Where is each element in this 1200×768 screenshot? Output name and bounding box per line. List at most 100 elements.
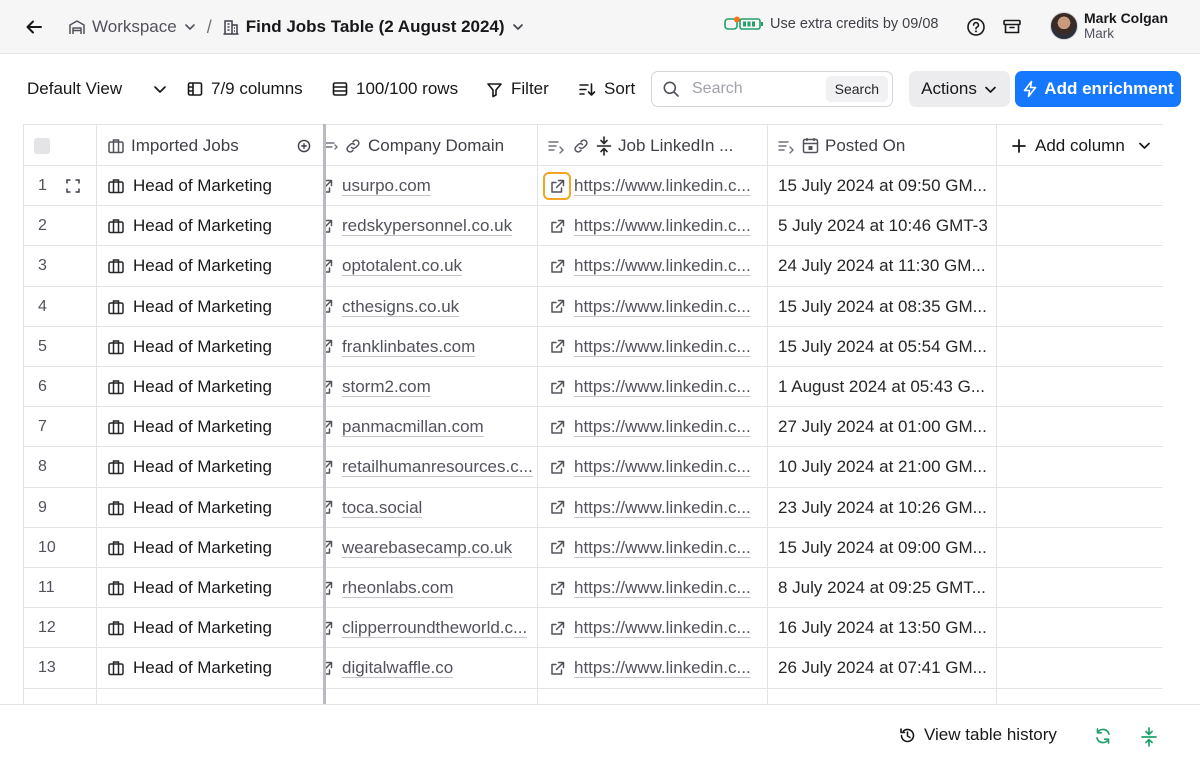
company-domain-link[interactable]: clipperroundtheworld.c... — [342, 618, 527, 638]
empty-cell[interactable] — [997, 367, 1163, 407]
job-linkedin-cell[interactable]: https://www.linkedin.c... — [538, 246, 768, 287]
filter-button[interactable]: Filter — [486, 55, 549, 123]
actions-button[interactable]: Actions — [909, 71, 1010, 107]
job-linkedin-link[interactable]: https://www.linkedin.c... — [574, 578, 751, 598]
breadcrumb-workspace[interactable]: Workspace — [68, 17, 197, 37]
search-input[interactable] — [692, 80, 812, 98]
help-icon[interactable] — [966, 17, 986, 37]
select-all-checkbox[interactable] — [34, 137, 50, 154]
imported-job-cell[interactable]: Head of Marketing — [97, 206, 324, 247]
columns-button[interactable]: 7/9 columns — [187, 55, 303, 123]
table-row[interactable]: 2 Head of Marketing redskypersonnel.co.uk h… — [24, 206, 1163, 247]
external-link-icon[interactable] — [548, 217, 566, 235]
company-domain-link[interactable]: toca.social — [342, 498, 422, 518]
job-linkedin-link[interactable]: https://www.linkedin.c... — [574, 256, 751, 276]
job-linkedin-cell[interactable]: https://www.linkedin.c... — [538, 648, 768, 689]
posted-on-cell[interactable]: 26 July 2024 at 07:41 GM... — [768, 648, 997, 689]
table-row[interactable]: 7 Head of Marketing panmacmillan.com https:… — [24, 407, 1163, 448]
job-linkedin-cell[interactable]: https://www.linkedin.c... — [538, 608, 768, 649]
company-domain-cell[interactable]: digitalwaffle.co — [324, 648, 538, 689]
job-linkedin-cell[interactable]: https://www.linkedin.c... — [538, 206, 768, 247]
empty-cell[interactable] — [997, 287, 1163, 327]
collapse-rows-icon[interactable] — [1140, 727, 1160, 747]
external-link-icon[interactable] — [548, 378, 566, 396]
table-row[interactable]: 12 Head of Marketing clipperroundtheworld.… — [24, 608, 1163, 649]
table-row[interactable]: 11 Head of Marketing rheonlabs.com https://… — [24, 568, 1163, 609]
imported-job-cell[interactable]: Head of Marketing — [97, 608, 324, 649]
posted-on-cell[interactable]: 15 July 2024 at 08:35 GM... — [768, 286, 997, 327]
table-row[interactable]: 8 Head of Marketing retailhumanresources.c… — [24, 447, 1163, 488]
company-domain-link[interactable]: cthesigns.co.uk — [342, 297, 459, 317]
external-link-icon[interactable] — [548, 619, 566, 637]
view-selector[interactable]: Default View — [27, 55, 168, 123]
empty-cell[interactable] — [997, 407, 1163, 447]
job-linkedin-cell[interactable]: https://www.linkedin.c... — [538, 407, 768, 448]
add-enrichment-button[interactable]: Add enrichment — [1015, 71, 1181, 107]
breadcrumb-table[interactable]: Find Jobs Table (2 August 2024) — [222, 17, 525, 37]
header-posted-on[interactable]: Posted On — [768, 125, 997, 166]
company-domain-link[interactable]: storm2.com — [342, 377, 431, 397]
external-link-icon[interactable] — [548, 499, 566, 517]
job-linkedin-cell[interactable]: https://www.linkedin.c... — [538, 487, 768, 528]
company-domain-cell[interactable]: storm2.com — [324, 367, 538, 407]
credits-notice[interactable]: Use extra credits by 09/08 — [724, 16, 938, 32]
posted-on-cell[interactable]: 5 July 2024 at 10:46 GMT-3 — [768, 206, 997, 247]
job-linkedin-link[interactable]: https://www.linkedin.c... — [574, 658, 751, 678]
company-domain-cell[interactable]: optotalent.co.uk — [324, 246, 538, 287]
imported-job-cell[interactable]: Head of Marketing — [97, 648, 324, 689]
company-domain-cell[interactable]: franklinbates.com — [324, 326, 538, 367]
external-link-icon[interactable] — [548, 418, 566, 436]
job-linkedin-link[interactable]: https://www.linkedin.c... — [574, 538, 751, 558]
empty-cell[interactable] — [997, 447, 1163, 487]
archive-icon[interactable] — [1002, 17, 1022, 37]
external-link-icon[interactable] — [548, 257, 566, 275]
table-row[interactable]: 10 Head of Marketing wearebasecamp.co.uk ht… — [24, 527, 1163, 568]
external-link-icon[interactable] — [548, 338, 566, 356]
posted-on-cell[interactable]: 15 July 2024 at 09:00 GM... — [768, 527, 997, 568]
frozen-column-divider[interactable] — [323, 124, 326, 704]
imported-job-cell[interactable]: Head of Marketing — [97, 568, 324, 608]
user-menu[interactable]: Mark Colgan Mark — [1050, 10, 1168, 42]
header-company-domain[interactable]: Company Domain — [324, 125, 538, 166]
rows-button[interactable]: 100/100 rows — [332, 55, 458, 123]
job-linkedin-cell[interactable]: https://www.linkedin.c... — [538, 286, 768, 327]
job-linkedin-link[interactable]: https://www.linkedin.c... — [574, 216, 751, 236]
company-domain-cell[interactable]: clipperroundtheworld.c... — [324, 608, 538, 649]
company-domain-link[interactable]: optotalent.co.uk — [342, 256, 462, 276]
posted-on-cell[interactable]: 10 July 2024 at 21:00 GM... — [768, 447, 997, 488]
posted-on-cell[interactable]: 8 July 2024 at 09:25 GMT... — [768, 568, 997, 608]
empty-cell[interactable] — [997, 528, 1163, 568]
header-job-linkedin[interactable]: Job LinkedIn ... — [538, 125, 768, 166]
job-linkedin-link[interactable]: https://www.linkedin.c... — [574, 618, 751, 638]
company-domain-link[interactable]: franklinbates.com — [342, 337, 475, 357]
job-linkedin-cell[interactable]: https://www.linkedin.c... — [538, 326, 768, 367]
job-linkedin-link[interactable]: https://www.linkedin.c... — [574, 297, 751, 317]
company-domain-link[interactable]: redskypersonnel.co.uk — [342, 216, 512, 236]
imported-job-cell[interactable]: Head of Marketing — [97, 326, 324, 367]
external-link-icon[interactable] — [548, 298, 566, 316]
job-linkedin-link[interactable]: https://www.linkedin.c... — [574, 337, 751, 357]
company-domain-cell[interactable]: toca.social — [324, 487, 538, 528]
empty-cell[interactable] — [997, 608, 1163, 648]
table-row[interactable]: 5 Head of Marketing franklinbates.com https… — [24, 326, 1163, 367]
job-linkedin-link[interactable]: https://www.linkedin.c... — [574, 176, 751, 196]
posted-on-cell[interactable]: 16 July 2024 at 13:50 GM... — [768, 608, 997, 649]
imported-job-cell[interactable]: Head of Marketing — [97, 487, 324, 528]
table-row[interactable]: 9 Head of Marketing toca.social https://www… — [24, 487, 1163, 528]
job-linkedin-cell[interactable]: https://www.linkedin.c... — [538, 166, 768, 206]
company-domain-link[interactable]: rheonlabs.com — [342, 578, 454, 598]
company-domain-cell[interactable]: retailhumanresources.c... — [324, 447, 538, 488]
imported-job-cell[interactable]: Head of Marketing — [97, 166, 324, 206]
view-table-history-button[interactable]: View table history — [899, 725, 1057, 745]
sort-button[interactable]: Sort — [578, 55, 635, 123]
imported-job-cell[interactable]: Head of Marketing — [97, 527, 324, 568]
company-domain-cell[interactable]: rheonlabs.com — [324, 568, 538, 608]
job-linkedin-link[interactable]: https://www.linkedin.c... — [574, 498, 751, 518]
imported-job-cell[interactable]: Head of Marketing — [97, 246, 324, 287]
posted-on-cell[interactable]: 15 July 2024 at 05:54 GM... — [768, 326, 997, 367]
table-row[interactable]: 6 Head of Marketing storm2.com https://www.… — [24, 367, 1163, 408]
company-domain-cell[interactable]: cthesigns.co.uk — [324, 286, 538, 327]
company-domain-link[interactable]: usurpo.com — [342, 176, 431, 196]
header-imported-jobs[interactable]: Imported Jobs — [97, 125, 324, 166]
posted-on-cell[interactable]: 23 July 2024 at 10:26 GM... — [768, 487, 997, 528]
